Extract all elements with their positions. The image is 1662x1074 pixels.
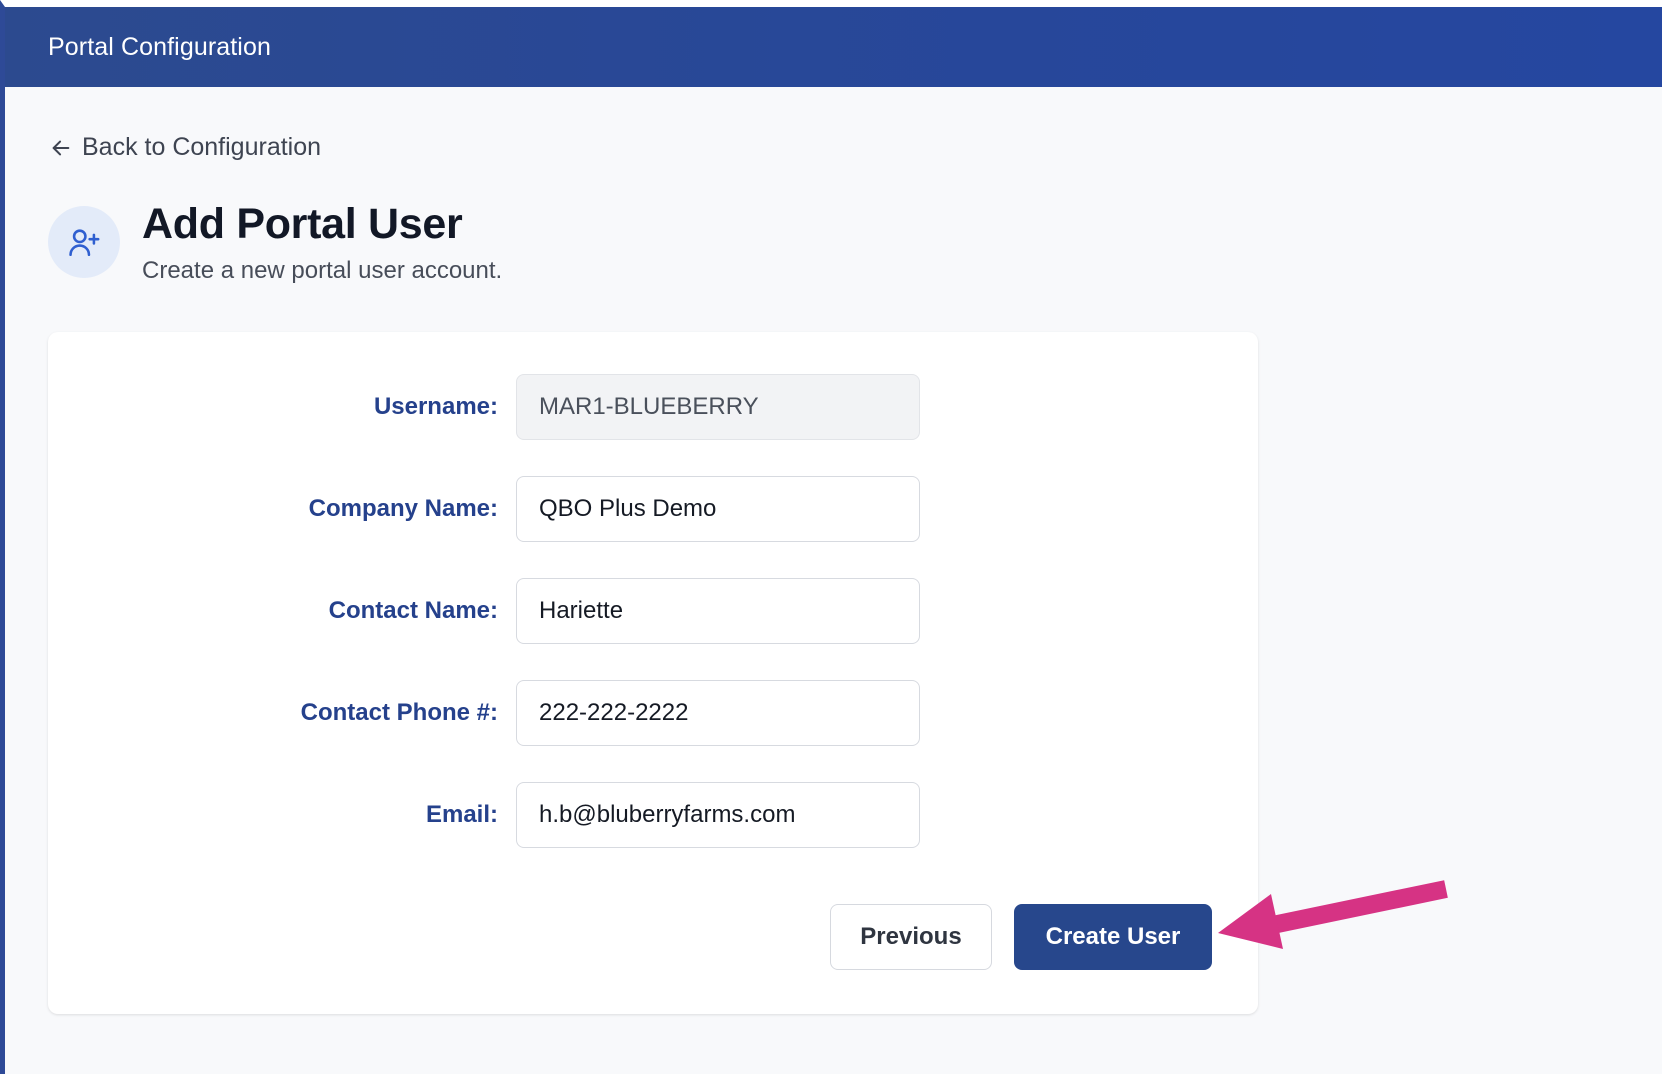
user-form-card: Username: Company Name: Contact Name: Co… (48, 332, 1258, 1014)
company-name-label: Company Name: (308, 495, 498, 522)
arrow-left-icon (52, 140, 70, 155)
contact-name-label: Contact Name: (328, 597, 498, 624)
create-user-button[interactable]: Create User (1014, 904, 1212, 970)
user-plus-icon (69, 229, 100, 257)
contact-phone-label: Contact Phone #: (300, 699, 498, 726)
header-avatar-badge (48, 206, 120, 278)
username-label: Username: (373, 393, 498, 420)
contact-name-field[interactable] (516, 578, 920, 644)
app-title: Portal Configuration (48, 32, 271, 61)
form-row-email: Email: (48, 782, 1258, 848)
form-row-company-name: Company Name: (48, 476, 1258, 542)
back-to-configuration-link[interactable]: Back to Configuration (50, 133, 321, 162)
contact-phone-field[interactable] (516, 680, 920, 746)
form-row-username: Username: (48, 374, 1258, 440)
form-row-contact-phone: Contact Phone #: (48, 680, 1258, 746)
form-row-contact-name: Contact Name: (48, 578, 1258, 644)
page-subtitle: Create a new portal user account. (142, 257, 503, 284)
email-label: Email: (425, 801, 498, 828)
previous-button[interactable]: Previous (830, 904, 992, 970)
page-title: Add Portal User (142, 200, 463, 248)
pointer-arrow-icon (1218, 880, 1448, 949)
top-bar: Portal Configuration (5, 7, 1662, 87)
company-name-field[interactable] (516, 476, 920, 542)
back-link-label: Back to Configuration (82, 133, 322, 161)
username-field[interactable] (516, 374, 920, 440)
email-field[interactable] (516, 782, 920, 848)
